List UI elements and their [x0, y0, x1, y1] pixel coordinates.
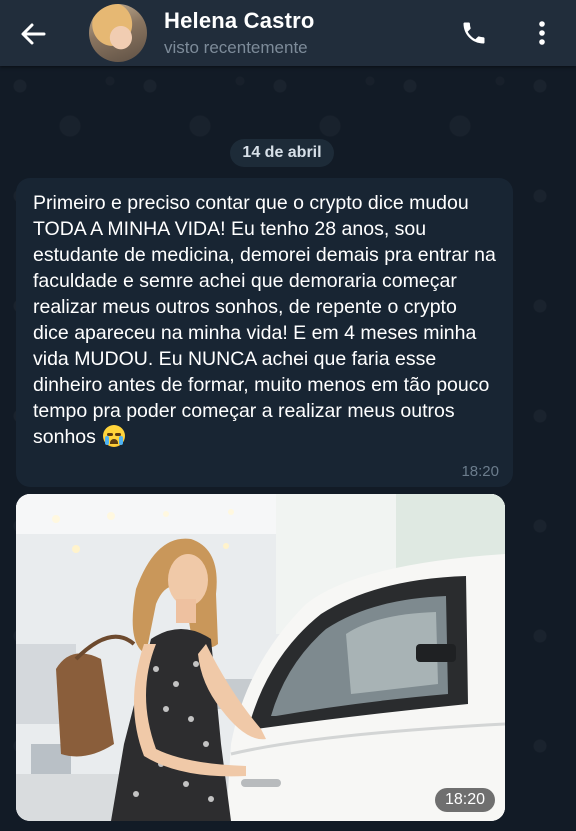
contact-avatar[interactable]	[89, 4, 147, 62]
message-text: Primeiro e preciso contar que o crypto d…	[33, 190, 497, 450]
photo-time: 18:20	[434, 788, 495, 812]
call-button[interactable]	[458, 17, 490, 49]
message-time: 18:20	[461, 463, 499, 480]
more-vertical-icon	[539, 21, 545, 45]
phone-icon	[463, 22, 485, 44]
crying-face-emoji	[103, 425, 126, 447]
contact-name[interactable]: Helena Castro	[164, 8, 315, 34]
photo-message[interactable]: 18:20	[16, 494, 505, 821]
more-menu-button[interactable]	[528, 17, 556, 49]
date-separator: 14 de abril	[230, 139, 334, 167]
message-text-content: Primeiro e preciso contar que o crypto d…	[33, 192, 502, 448]
chat-header: Helena Castro visto recentemente	[0, 0, 576, 66]
contact-status: visto recentemente	[164, 38, 308, 57]
woman-with-white-car-photo	[16, 494, 505, 821]
back-button[interactable]	[16, 17, 50, 51]
message-bubble[interactable]: Primeiro e preciso contar que o crypto d…	[16, 178, 513, 487]
arrow-left-icon	[21, 23, 46, 45]
